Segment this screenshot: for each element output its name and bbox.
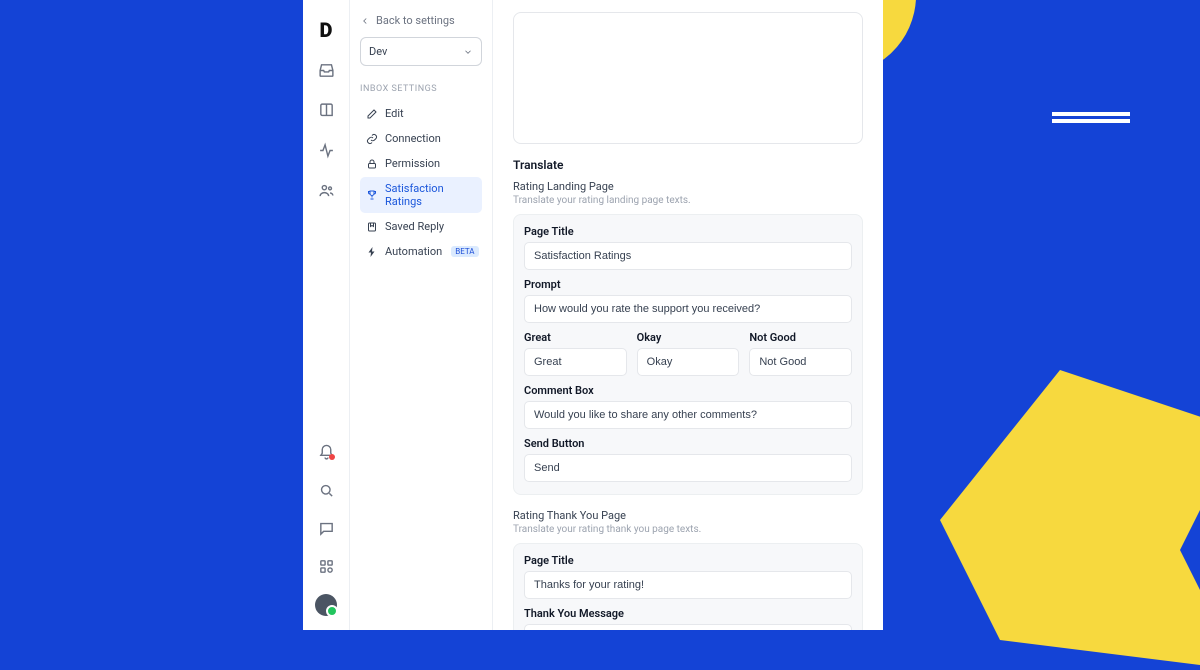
landing-section-title: Rating Landing Page <box>513 180 863 193</box>
apps-icon[interactable] <box>316 556 336 576</box>
sidebar-item-label: Automation <box>385 245 442 258</box>
pencil-icon <box>366 108 378 120</box>
inbox-selector[interactable]: Dev <box>360 37 482 66</box>
great-label: Great <box>524 331 627 344</box>
settings-sidebar: Back to settings Dev INBOX SETTINGS Edit… <box>350 0 493 630</box>
sidebar-item-label: Edit <box>385 107 404 120</box>
inbox-selector-value: Dev <box>369 45 387 58</box>
okay-input[interactable] <box>637 348 740 376</box>
nav-rail: D <box>303 0 350 630</box>
inbox-icon[interactable] <box>316 60 336 80</box>
comment-label: Comment Box <box>524 384 852 397</box>
landing-section-desc: Translate your rating landing page texts… <box>513 195 863 206</box>
decorative-shape <box>940 370 1200 670</box>
landing-panel: Page Title Prompt Great Okay Not Good Co <box>513 214 863 495</box>
bell-icon[interactable] <box>316 442 336 462</box>
prompt-input[interactable] <box>524 295 852 323</box>
back-label: Back to settings <box>376 14 455 27</box>
bookmark-icon <box>366 221 378 233</box>
app-window: D <box>303 0 883 630</box>
notgood-label: Not Good <box>749 331 852 344</box>
users-icon[interactable] <box>316 180 336 200</box>
sidebar-item-label: Saved Reply <box>385 220 444 233</box>
sidebar-item-permission[interactable]: Permission <box>360 152 482 175</box>
okay-label: Okay <box>637 331 740 344</box>
preview-box <box>513 12 863 144</box>
ty-page-title-label: Page Title <box>524 554 852 567</box>
sidebar-item-connection[interactable]: Connection <box>360 127 482 150</box>
decorative-lines <box>1052 112 1130 124</box>
sidebar-item-saved-reply[interactable]: Saved Reply <box>360 215 482 238</box>
comment-input[interactable] <box>524 401 852 429</box>
sidebar-item-automation[interactable]: Automation BETA <box>360 240 482 263</box>
chat-icon[interactable] <box>316 518 336 538</box>
trophy-icon <box>366 189 378 201</box>
prompt-label: Prompt <box>524 278 852 291</box>
lock-icon <box>366 158 378 170</box>
search-icon[interactable] <box>316 480 336 500</box>
chevron-down-icon <box>463 47 473 57</box>
section-label: INBOX SETTINGS <box>360 84 482 94</box>
ty-message-input[interactable] <box>524 624 852 630</box>
sidebar-item-label: Permission <box>385 157 440 170</box>
book-icon[interactable] <box>316 100 336 120</box>
send-input[interactable] <box>524 454 852 482</box>
back-to-settings-link[interactable]: Back to settings <box>360 14 482 27</box>
arrow-left-icon <box>360 16 370 26</box>
sidebar-item-satisfaction-ratings[interactable]: Satisfaction Ratings <box>360 177 482 213</box>
avatar[interactable] <box>315 594 337 616</box>
main-content: Translate Rating Landing Page Translate … <box>493 0 883 630</box>
translate-heading: Translate <box>513 158 863 172</box>
beta-badge: BETA <box>451 246 478 257</box>
page-title-label: Page Title <box>524 225 852 238</box>
great-input[interactable] <box>524 348 627 376</box>
thankyou-section-title: Rating Thank You Page <box>513 509 863 522</box>
sidebar-item-label: Connection <box>385 132 441 145</box>
thankyou-section-desc: Translate your rating thank you page tex… <box>513 524 863 535</box>
ty-page-title-input[interactable] <box>524 571 852 599</box>
app-logo: D <box>315 18 337 40</box>
page-title-input[interactable] <box>524 242 852 270</box>
sidebar-item-label: Satisfaction Ratings <box>385 182 476 208</box>
ty-message-label: Thank You Message <box>524 607 852 620</box>
nav-list: Edit Connection Permission Satisfaction … <box>360 102 482 263</box>
send-label: Send Button <box>524 437 852 450</box>
bolt-icon <box>366 246 378 258</box>
link-icon <box>366 133 378 145</box>
notgood-input[interactable] <box>749 348 852 376</box>
activity-icon[interactable] <box>316 140 336 160</box>
sidebar-item-edit[interactable]: Edit <box>360 102 482 125</box>
thankyou-panel: Page Title Thank You Message <box>513 543 863 630</box>
